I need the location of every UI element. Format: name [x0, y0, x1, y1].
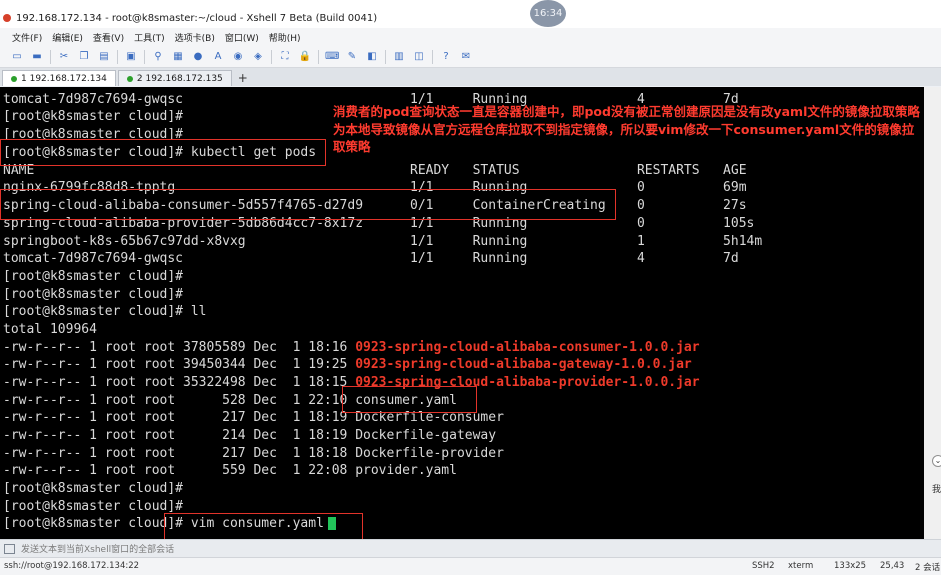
file-row: -rw-r--r-- 1 root root 217 Dec 1 18:18 D…: [3, 445, 504, 462]
file-row: -rw-r--r-- 1 root root 37805589 Dec 1 18…: [3, 339, 700, 356]
terminal-type: xterm: [788, 561, 814, 571]
file-row: -rw-r--r-- 1 root root 214 Dec 1 18:19 D…: [3, 427, 496, 444]
file-meta: -rw-r--r-- 1 root root 35322498 Dec 1 18…: [3, 375, 356, 390]
keyboard-icon[interactable]: ⌨: [325, 51, 339, 63]
xshell-app-icon: [3, 14, 11, 22]
file-meta: -rw-r--r-- 1 root root 37805589 Dec 1 18…: [3, 340, 356, 355]
properties-icon[interactable]: ▣: [124, 51, 138, 63]
annotation-text: 消费者的pod查询状态一直是容器创建中，即pod没有被正常创建原因是没有改yam…: [333, 104, 920, 154]
script-icon[interactable]: ✎: [345, 51, 359, 63]
highlight-consumer-yaml: [342, 386, 477, 413]
terminal-line: total 109964: [3, 322, 97, 337]
fullscreen-icon[interactable]: ⛶: [278, 51, 292, 63]
file-name: 0923-spring-cloud-alibaba-consumer-1.0.0…: [355, 340, 700, 355]
compose-placeholder: 发送文本到当前Xshell窗口的全部会话: [21, 545, 175, 555]
top-edge: [0, 0, 941, 8]
toolbar-divider: [385, 49, 386, 64]
toolbar-divider: [271, 49, 272, 64]
log-icon[interactable]: ◉: [231, 51, 245, 63]
toolbar-divider: [50, 49, 51, 64]
file-meta: -rw-r--r-- 1 root root 39450344 Dec 1 19…: [3, 357, 356, 372]
toolbar-divider: [318, 49, 319, 64]
connection-address: ssh://root@192.168.172.134:22: [4, 561, 140, 571]
terminal-line: [root@k8smaster cloud]#: [3, 109, 184, 124]
file-name: Dockerfile-provider: [355, 446, 504, 461]
terminal-line: tomcat-7d987c7694-gwqsc 1/1 Running 4 7d: [3, 251, 739, 266]
help-icon[interactable]: ?: [439, 51, 453, 63]
menu-edit[interactable]: 编辑(E): [52, 31, 83, 44]
terminal-line: [root@k8smaster cloud]#: [3, 269, 184, 284]
file-meta: -rw-r--r-- 1 root root 214 Dec 1 18:19: [3, 428, 356, 443]
menu-window[interactable]: 窗口(W): [225, 31, 259, 44]
highlight-get-pods: [0, 139, 326, 166]
terminal-line: [root@k8smaster cloud]#: [3, 499, 184, 514]
toolbar-divider: [117, 49, 118, 64]
vertical-scrollbar[interactable]: [924, 87, 941, 539]
side-panel-hint: 我: [932, 485, 941, 495]
copy-icon[interactable]: ❐: [77, 51, 91, 63]
menu-help[interactable]: 帮助(H): [269, 31, 301, 44]
terminal-size: 133x25: [834, 561, 867, 571]
send-window-icon: [4, 543, 15, 554]
session-tab-2-label: 2 192.168.172.135: [136, 73, 223, 84]
menu-tabs[interactable]: 选项卡(B): [175, 31, 215, 44]
menu-bar: 文件(F) 编辑(E) 查看(V) 工具(T) 选项卡(B) 窗口(W) 帮助(…: [0, 28, 941, 46]
highlight-consumer-pod: [0, 189, 616, 220]
session-tab-1[interactable]: 1 192.168.172.134: [2, 70, 116, 86]
protocol-label: SSH2: [752, 561, 775, 571]
compose-icon[interactable]: ▦: [171, 51, 185, 63]
menu-tools[interactable]: 工具(T): [134, 31, 165, 44]
compose-bar[interactable]: 发送文本到当前Xshell窗口的全部会话: [0, 539, 941, 557]
open-folder-icon[interactable]: ▬: [30, 51, 44, 63]
clock-badge: 16:34: [530, 0, 566, 27]
title-bar: 192.168.172.134 - root@k8smaster:~/cloud…: [0, 8, 941, 28]
message-icon[interactable]: ✉: [459, 51, 473, 63]
file-meta: -rw-r--r-- 1 root root 217 Dec 1 18:18: [3, 446, 356, 461]
file-name: Dockerfile-gateway: [355, 428, 497, 443]
file-row: -rw-r--r-- 1 root root 39450344 Dec 1 19…: [3, 356, 692, 373]
session-tab-bar: 1 192.168.172.134 2 192.168.172.135 +: [0, 68, 941, 86]
menu-file[interactable]: 文件(F): [12, 31, 42, 44]
sftp-icon[interactable]: ◧: [365, 51, 379, 63]
toolbar: ▭ ▬ ✂ ❐ ▤ ▣ ⚲ ▦ ● A ◉ ◈ ⛶ 🔒 ⌨ ✎ ◧ ▥ ◫ ? …: [0, 46, 941, 68]
status-bar: ssh://root@192.168.172.134:22 SSH2 xterm…: [0, 557, 941, 575]
globe-icon[interactable]: ●: [191, 51, 205, 63]
file-meta: -rw-r--r-- 1 root root 559 Dec 1 22:08: [3, 463, 356, 478]
chat-icon[interactable]: ◈: [251, 51, 265, 63]
terminal-line: springboot-k8s-65b67c97dd-x8vxg 1/1 Runn…: [3, 234, 763, 249]
terminal-line: [root@k8smaster cloud]#: [3, 481, 184, 496]
file-name: 0923-spring-cloud-alibaba-gateway-1.0.0.…: [355, 357, 692, 372]
cursor-position: 25,43: [880, 561, 905, 571]
toolbar-divider: [432, 49, 433, 64]
terminal-line: [root@k8smaster cloud]#: [3, 287, 184, 302]
file-meta: -rw-r--r-- 1 root root 528 Dec 1 22:10: [3, 393, 356, 408]
connected-status-icon: [11, 75, 17, 82]
terminal-line: [root@k8smaster cloud]# ll: [3, 304, 207, 319]
window-title: 192.168.172.134 - root@k8smaster:~/cloud…: [16, 12, 378, 24]
scroll-down-icon[interactable]: ⌄: [932, 455, 941, 467]
file-row: -rw-r--r-- 1 root root 559 Dec 1 22:08 p…: [3, 462, 457, 479]
menu-view[interactable]: 查看(V): [93, 31, 124, 44]
find-icon[interactable]: ⚲: [151, 51, 165, 63]
session-count: 2 会话: [915, 563, 941, 573]
session-tab-1-label: 1 192.168.172.134: [21, 73, 107, 84]
font-icon[interactable]: A: [211, 51, 225, 63]
file-name: provider.yaml: [355, 463, 457, 478]
add-tab-button[interactable]: +: [236, 70, 250, 86]
new-session-icon[interactable]: ▭: [10, 51, 24, 63]
file-meta: -rw-r--r-- 1 root root 217 Dec 1 18:19: [3, 410, 356, 425]
layout-icon[interactable]: ▥: [392, 51, 406, 63]
toolbar-divider: [144, 49, 145, 64]
session-tab-2[interactable]: 2 192.168.172.135: [117, 70, 232, 86]
split-icon[interactable]: ◫: [412, 51, 426, 63]
paste-icon[interactable]: ▤: [97, 51, 111, 63]
xshell-window: 192.168.172.134 - root@k8smaster:~/cloud…: [0, 0, 941, 575]
lock-icon[interactable]: 🔒: [298, 51, 312, 63]
connected-status-icon: [126, 75, 133, 82]
disconnect-icon[interactable]: ✂: [57, 51, 71, 63]
